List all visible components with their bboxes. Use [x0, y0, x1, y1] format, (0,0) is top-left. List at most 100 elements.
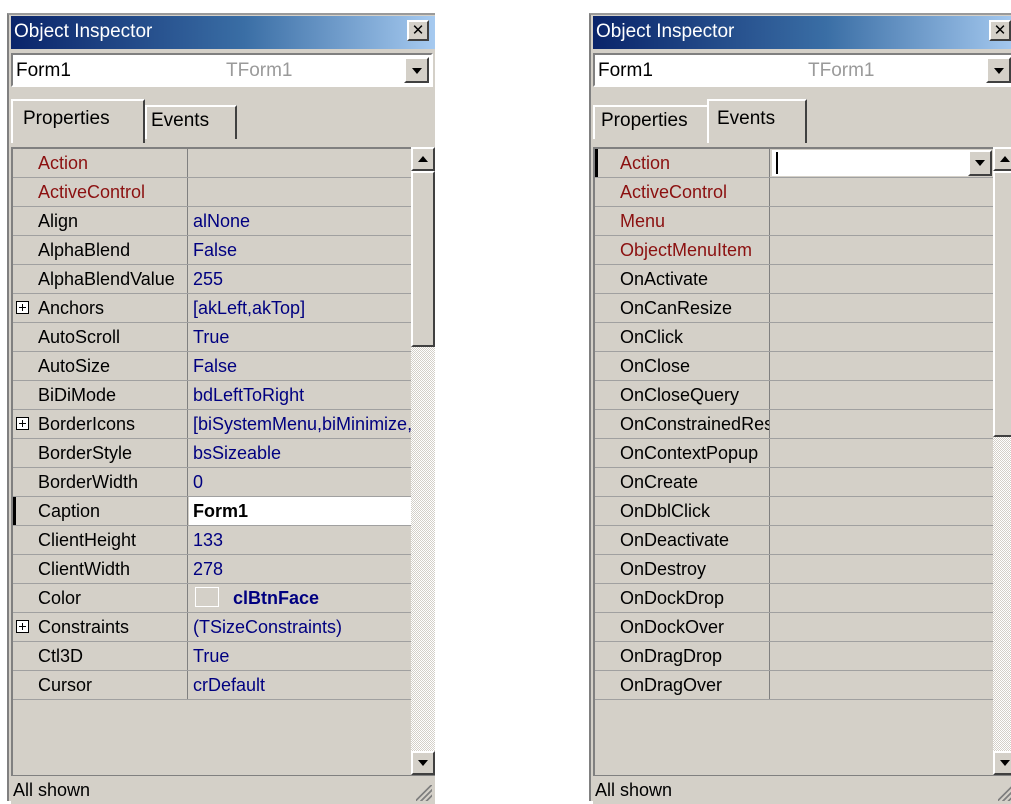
grid-row[interactable]: Action [595, 149, 993, 178]
grid-row[interactable]: ActiveControl [595, 178, 993, 207]
row-value[interactable] [771, 236, 993, 264]
row-value[interactable]: bdLeftToRight [189, 381, 411, 409]
combo-dropdown-button[interactable] [986, 57, 1011, 83]
close-button[interactable]: ✕ [989, 20, 1011, 41]
grid-row[interactable]: OnConstrainedResize [595, 410, 993, 439]
grid-row[interactable]: OnCreate [595, 468, 993, 497]
resize-grip-icon[interactable] [416, 785, 432, 801]
grid-row[interactable]: BorderWidth 0 [13, 468, 411, 497]
object-selector-combo[interactable]: Form1 TForm1 [11, 53, 433, 87]
grid-row[interactable]: Anchors [akLeft,akTop] [13, 294, 411, 323]
grid-row[interactable]: OnDockDrop [595, 584, 993, 613]
tab-events[interactable]: Events [145, 105, 237, 139]
grid-row[interactable]: BorderStyle bsSizeable [13, 439, 411, 468]
grid-row[interactable]: OnCanResize [595, 294, 993, 323]
row-value[interactable] [771, 671, 993, 699]
row-value[interactable]: False [189, 352, 411, 380]
row-value[interactable]: True [189, 323, 411, 351]
grid-row[interactable]: OnCloseQuery [595, 381, 993, 410]
grid-row[interactable]: OnDragOver [595, 671, 993, 700]
row-value[interactable]: 133 [189, 526, 411, 554]
row-value[interactable]: 0 [189, 468, 411, 496]
grid-row[interactable]: Ctl3D True [13, 642, 411, 671]
event-dropdown-button[interactable] [968, 150, 992, 176]
grid-row[interactable]: ObjectMenuItem [595, 236, 993, 265]
grid-row[interactable]: Color clBtnFace [13, 584, 411, 613]
scroll-up-button[interactable] [411, 147, 435, 171]
row-value[interactable]: Form1 [189, 497, 411, 525]
scroll-up-button[interactable] [993, 147, 1011, 171]
row-value[interactable] [771, 468, 993, 496]
expand-plus-icon[interactable] [16, 301, 29, 314]
row-value[interactable] [771, 555, 993, 583]
row-value[interactable]: [akLeft,akTop] [189, 294, 411, 322]
combo-dropdown-button[interactable] [404, 57, 429, 83]
expand-plus-icon[interactable] [16, 620, 29, 633]
tab-events[interactable]: Events [707, 99, 807, 143]
grid-row[interactable]: AutoScroll True [13, 323, 411, 352]
scroll-down-button[interactable] [993, 751, 1011, 775]
grid-row[interactable]: Align alNone [13, 207, 411, 236]
expand-plus-icon[interactable] [16, 417, 29, 430]
title-bar[interactable]: Object Inspector ✕ [11, 16, 435, 49]
scroll-thumb[interactable] [993, 171, 1011, 437]
row-value[interactable] [771, 323, 993, 351]
row-value[interactable] [771, 497, 993, 525]
grid-row[interactable]: AlphaBlendValue 255 [13, 265, 411, 294]
grid-row[interactable]: OnDestroy [595, 555, 993, 584]
grid-row[interactable]: Constraints (TSizeConstraints) [13, 613, 411, 642]
grid-row[interactable]: OnDeactivate [595, 526, 993, 555]
row-value[interactable]: crDefault [189, 671, 411, 699]
grid-row[interactable]: AlphaBlend False [13, 236, 411, 265]
row-value[interactable] [771, 294, 993, 322]
tab-properties[interactable]: Properties [593, 105, 709, 139]
grid-row[interactable]: BorderIcons[biSystemMenu,biMinimize,biMa… [13, 410, 411, 439]
grid-row[interactable]: Action [13, 149, 411, 178]
row-value[interactable]: 255 [189, 265, 411, 293]
grid-row[interactable]: OnClose [595, 352, 993, 381]
row-value[interactable] [771, 381, 993, 409]
resize-grip-icon[interactable] [998, 785, 1011, 801]
row-value[interactable] [771, 584, 993, 612]
row-value[interactable]: clBtnFace [189, 584, 411, 612]
tab-properties[interactable]: Properties [11, 99, 145, 143]
grid-row[interactable]: Cursor crDefault [13, 671, 411, 700]
event-handler-input[interactable] [772, 150, 968, 176]
grid-row[interactable]: OnContextPopup [595, 439, 993, 468]
grid-row[interactable]: ClientHeight 133 [13, 526, 411, 555]
row-value[interactable]: True [189, 642, 411, 670]
row-value[interactable]: bsSizeable [189, 439, 411, 467]
grid-row[interactable]: AutoSize False [13, 352, 411, 381]
row-value[interactable] [771, 352, 993, 380]
row-value[interactable] [771, 642, 993, 670]
vertical-scrollbar[interactable] [411, 147, 435, 775]
row-value[interactable]: alNone [189, 207, 411, 235]
grid-row[interactable]: BiDiMode bdLeftToRight [13, 381, 411, 410]
row-value[interactable] [771, 410, 993, 438]
grid-row[interactable]: Menu [595, 207, 993, 236]
grid-row[interactable]: OnClick [595, 323, 993, 352]
row-value[interactable]: 278 [189, 555, 411, 583]
close-button[interactable]: ✕ [407, 20, 429, 41]
row-value[interactable] [189, 149, 411, 177]
row-value[interactable] [771, 613, 993, 641]
row-value[interactable]: [biSystemMenu,biMinimize,biMaximize] [189, 410, 411, 438]
object-selector-combo[interactable]: Form1 TForm1 [593, 53, 1011, 87]
row-value[interactable] [771, 178, 993, 206]
scroll-down-button[interactable] [411, 751, 435, 775]
row-value[interactable] [189, 178, 411, 206]
grid-row[interactable]: Caption Form1 [13, 497, 411, 526]
grid-row[interactable]: OnActivate [595, 265, 993, 294]
row-value[interactable] [771, 526, 993, 554]
grid-row[interactable]: OnDockOver [595, 613, 993, 642]
grid-row[interactable]: OnDblClick [595, 497, 993, 526]
row-value[interactable] [771, 439, 993, 467]
row-value[interactable]: False [189, 236, 411, 264]
grid-row[interactable]: OnDragDrop [595, 642, 993, 671]
scroll-thumb[interactable] [411, 171, 435, 347]
grid-row[interactable]: ClientWidth 278 [13, 555, 411, 584]
vertical-scrollbar[interactable] [993, 147, 1011, 775]
row-value[interactable]: (TSizeConstraints) [189, 613, 411, 641]
row-value[interactable] [771, 207, 993, 235]
title-bar[interactable]: Object Inspector ✕ [593, 16, 1011, 49]
